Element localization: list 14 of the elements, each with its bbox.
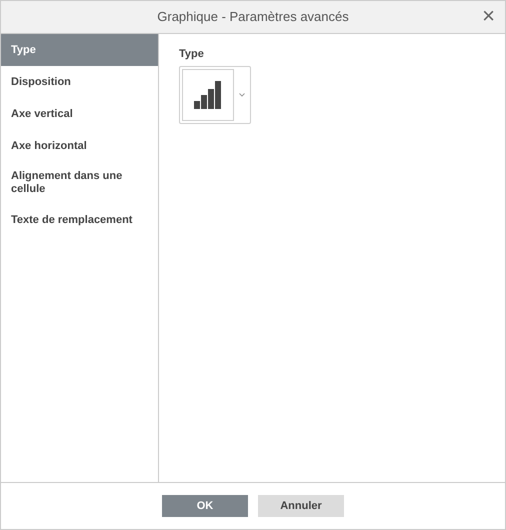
sidebar-item[interactable]: Axe vertical <box>1 98 158 130</box>
ok-button[interactable]: OK <box>162 495 248 517</box>
bar-chart-icon <box>194 80 222 108</box>
sidebar-item[interactable]: Disposition <box>1 66 158 98</box>
window-title: Graphique - Paramètres avancés <box>157 8 349 26</box>
sidebar-item[interactable]: Alignement dans une cellule <box>1 162 158 204</box>
chart-type-dropdown[interactable] <box>179 66 251 124</box>
caret-icon <box>239 92 245 96</box>
sidebar-item[interactable]: Axe horizontal <box>1 130 158 162</box>
type-label: Type <box>179 47 204 62</box>
sidebar-item[interactable]: Type <box>1 34 158 66</box>
sidebar-item[interactable]: Texte de remplacement <box>1 204 158 236</box>
close-button[interactable]: × <box>482 4 495 28</box>
cancel-button[interactable]: Annuler <box>258 495 344 517</box>
